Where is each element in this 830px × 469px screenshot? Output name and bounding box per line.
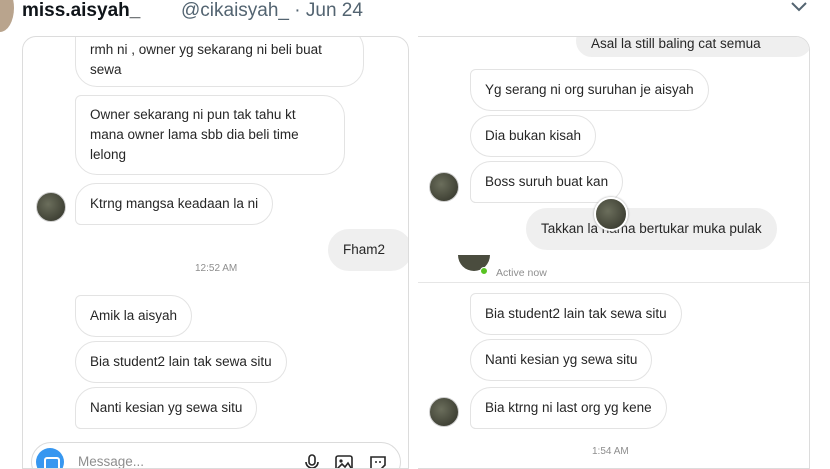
camera-icon[interactable]: [36, 448, 64, 468]
message-bubble: Yg serang ni org suruhan je aisyah: [470, 69, 709, 111]
message-bubble: Bia student2 lain tak sewa situ: [470, 293, 682, 335]
active-status: Active now: [496, 267, 547, 279]
message-bubble: rmh ni , owner yg sekarang ni beli buat …: [75, 37, 364, 87]
contact-avatar[interactable]: [36, 192, 66, 222]
chat-header: Active now: [418, 255, 809, 283]
seen-avatar: [594, 197, 628, 231]
message-composer[interactable]: Message...: [31, 442, 401, 469]
message-bubble: Ktrng mangsa keadaan la ni: [75, 183, 274, 225]
author-avatar[interactable]: [0, 0, 14, 32]
sent-message-bubble: Takkan la nama bertukar muka pulak: [526, 208, 777, 250]
message-timestamp: 12:52 AM: [195, 263, 238, 274]
message-bubble: Dia bukan kisah: [470, 115, 597, 157]
online-status-dot: [480, 267, 488, 275]
sticker-icon[interactable]: [368, 453, 388, 469]
sent-message-bubble: Asal la still baling cat semua: [576, 37, 809, 57]
chevron-down-icon[interactable]: [790, 0, 808, 14]
contact-avatar[interactable]: [429, 397, 459, 427]
message-bubble: Bia student2 lain tak sewa situ: [75, 341, 287, 383]
author-handle-date[interactable]: @cikaisyah_ · Jun 24: [181, 0, 363, 22]
sent-message-bubble: Fham2: [328, 229, 408, 271]
microphone-icon[interactable]: [302, 453, 322, 469]
message-bubble: Bia ktrng ni last org yg kene: [470, 387, 667, 429]
left-chat-screenshot[interactable]: rmh ni , owner yg sekarang ni beli buat …: [22, 36, 409, 469]
message-bubble: Boss suruh buat kan: [470, 161, 624, 203]
message-bubble: Nanti kesian yg sewa situ: [470, 339, 653, 381]
message-input[interactable]: Message...: [78, 454, 144, 468]
message-bubble: Amik la aisyah: [75, 295, 193, 337]
message-bubble: Nanti kesian yg sewa situ: [75, 387, 258, 429]
author-display-name[interactable]: miss.aisyah_: [22, 0, 140, 22]
contact-avatar[interactable]: [429, 172, 459, 202]
tweet-header: miss.aisyah_ @cikaisyah_ · Jun 24: [0, 0, 830, 32]
image-icon[interactable]: [334, 453, 354, 469]
message-timestamp: 1:54 AM: [592, 446, 629, 457]
message-bubble: Owner sekarang ni pun tak tahu kt mana o…: [75, 95, 345, 175]
right-chat-screenshot[interactable]: Asal la still baling cat semua Yg serang…: [418, 36, 810, 469]
